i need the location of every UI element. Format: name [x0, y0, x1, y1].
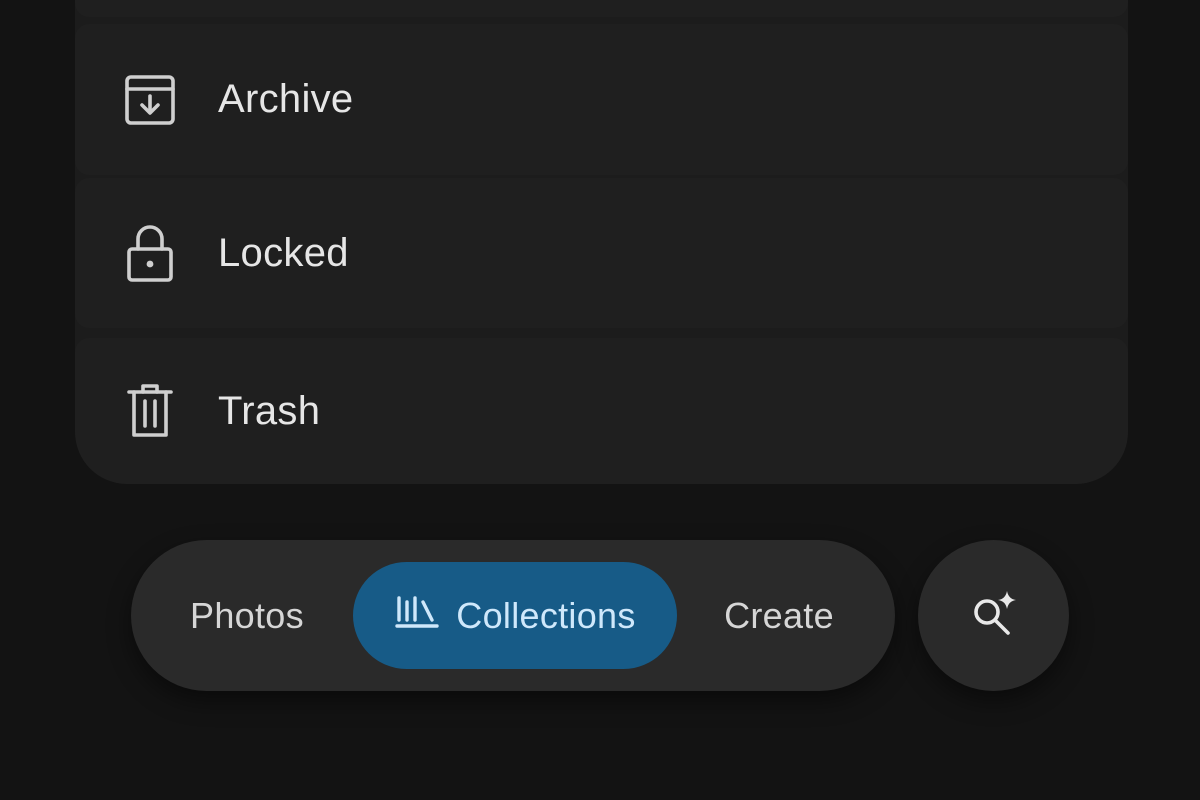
tab-photos-label: Photos [190, 594, 304, 636]
list-item-locked[interactable]: Locked [75, 178, 1128, 328]
list-item-label: Archive [218, 77, 354, 121]
list-item-label: Locked [218, 230, 349, 275]
collections-icon [394, 593, 440, 638]
list-item-archive[interactable]: Archive [75, 24, 1128, 175]
tab-collections[interactable]: Collections [353, 562, 677, 669]
tab-create-label: Create [724, 594, 834, 636]
list-item-trash[interactable]: Trash [75, 338, 1128, 484]
tab-create[interactable]: Create [697, 540, 861, 691]
trash-icon [121, 382, 179, 440]
tab-photos[interactable]: Photos [161, 540, 333, 691]
search-button[interactable] [918, 540, 1069, 691]
bottom-nav: Photos Collections Create [131, 540, 895, 691]
list-item-label: Trash [218, 388, 321, 433]
archive-icon [121, 71, 179, 129]
lock-icon [121, 224, 179, 282]
utility-card: Archive Locked Trash [75, 0, 1128, 484]
tab-collections-label: Collections [456, 594, 636, 636]
list-item-partial[interactable] [75, 0, 1128, 17]
search-sparkle-icon [968, 587, 1020, 644]
